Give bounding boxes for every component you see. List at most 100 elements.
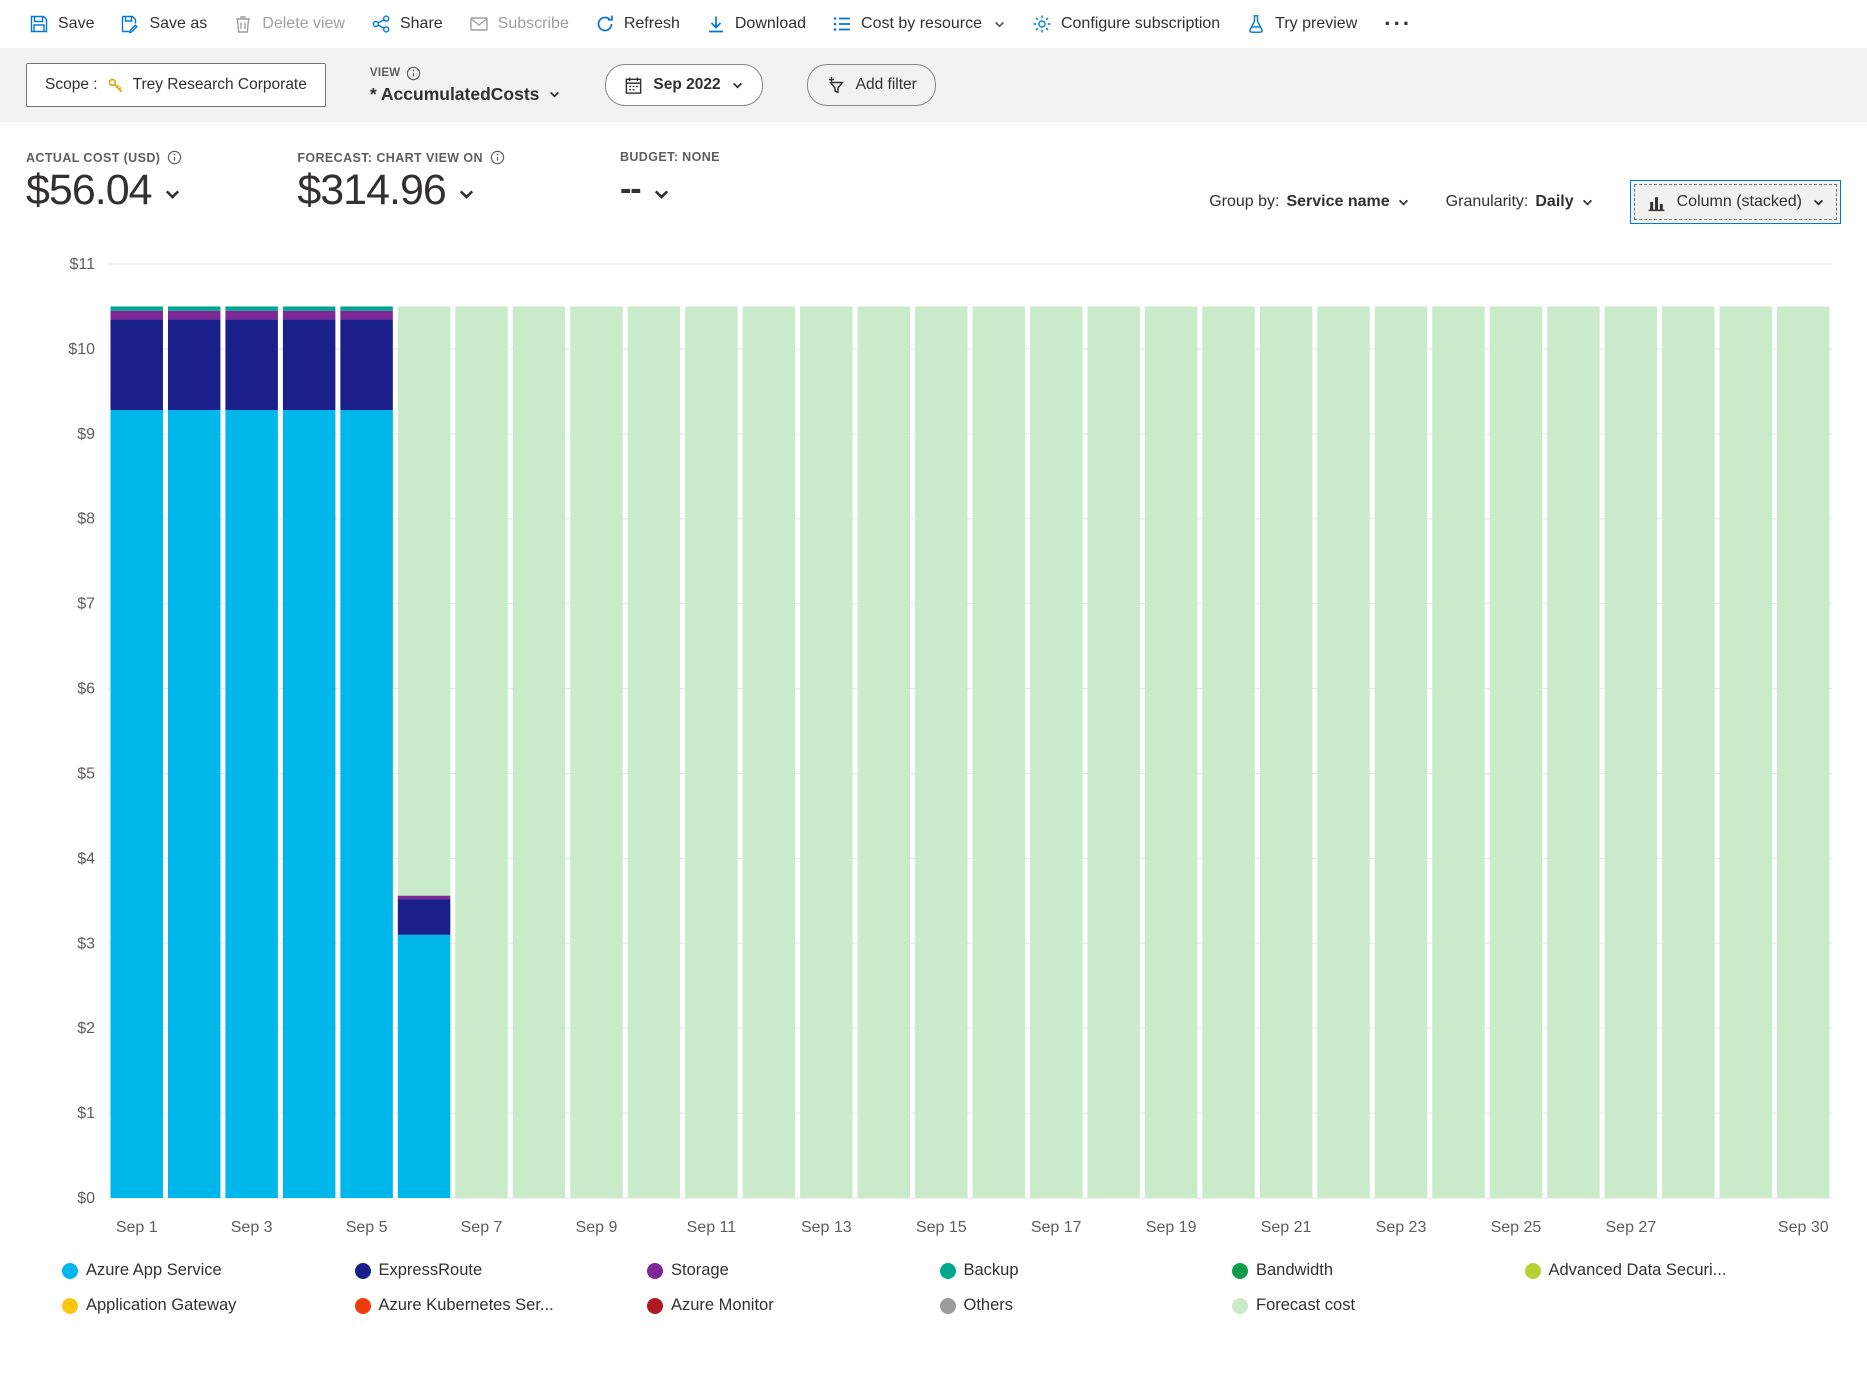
command-bar: Save Save as Delete view Share Subscribe Refr… — [0, 0, 1867, 48]
svg-text:Sep 1: Sep 1 — [116, 1219, 158, 1236]
forecast-label: FORECAST: CHART VIEW ON — [297, 151, 483, 165]
cost-by-resource-menu[interactable]: Cost by resource — [819, 5, 1019, 43]
trash-icon — [233, 14, 253, 34]
scope-picker[interactable]: Scope : Trey Research Corporate — [26, 63, 326, 107]
date-range-picker[interactable]: Sep 2022 — [605, 64, 762, 106]
try-preview-button[interactable]: Try preview — [1233, 5, 1370, 43]
view-selector[interactable]: VIEW * AccumulatedCosts — [370, 66, 562, 105]
refresh-icon — [595, 14, 615, 34]
svg-text:Sep 11: Sep 11 — [687, 1219, 737, 1236]
configure-subscription-button[interactable]: Configure subscription — [1019, 5, 1233, 43]
legend-label: Others — [964, 1296, 1014, 1315]
list-icon — [832, 14, 852, 34]
legend-item[interactable]: Backup — [940, 1261, 1233, 1280]
legend-swatch — [62, 1263, 78, 1279]
granularity-label: Granularity: — [1446, 193, 1529, 211]
budget-dropdown[interactable]: -- — [620, 167, 720, 213]
toolbar-item-label: Save — [58, 15, 94, 33]
svg-text:Sep 9: Sep 9 — [576, 1219, 618, 1236]
budget-value: -- — [620, 167, 641, 213]
svg-text:$7: $7 — [77, 596, 95, 613]
actual-cost-value: $56.04 — [26, 168, 152, 213]
granularity-control[interactable]: Granularity: Daily — [1446, 193, 1594, 211]
svg-text:$5: $5 — [77, 765, 95, 782]
beaker-icon — [1246, 14, 1266, 34]
legend-swatch — [940, 1298, 956, 1314]
toolbar-item-label: Delete view — [262, 15, 345, 33]
svg-text:$1: $1 — [77, 1105, 95, 1122]
actual-cost-label: ACTUAL COST (USD) — [26, 151, 160, 165]
chevron-down-icon — [652, 185, 671, 204]
share-button[interactable]: Share — [358, 5, 456, 43]
svg-text:$11: $11 — [69, 256, 95, 273]
legend-swatch — [940, 1263, 956, 1279]
download-icon — [706, 14, 726, 34]
legend: Azure App Service ExpressRoute Storage Back… — [62, 1261, 1817, 1315]
toolbar-item-label: Download — [735, 15, 806, 33]
legend-item[interactable]: Storage — [647, 1261, 940, 1280]
save-button[interactable]: Save — [16, 5, 107, 43]
scope-value: Trey Research Corporate — [133, 76, 307, 94]
kpi-forecast-cost: FORECAST: CHART VIEW ON $314.96 — [297, 150, 505, 213]
cost-chart: $0$1$2$3$4$5$6$7$8$9$10$11Sep 1Sep 3Sep … — [30, 250, 1840, 1250]
chevron-down-icon — [548, 88, 561, 101]
legend-swatch — [647, 1263, 663, 1279]
legend-item[interactable]: Application Gateway — [62, 1296, 355, 1315]
refresh-button[interactable]: Refresh — [582, 5, 693, 43]
gear-icon — [1032, 14, 1052, 34]
toolbar-item-label: Refresh — [624, 15, 680, 33]
delete-view-button: Delete view — [220, 5, 358, 43]
save-as-button[interactable]: Save as — [107, 5, 220, 43]
legend-item[interactable]: Azure Kubernetes Ser... — [355, 1296, 648, 1315]
add-filter-label: Add filter — [856, 76, 917, 94]
actual-cost-dropdown[interactable]: $56.04 — [26, 168, 182, 213]
legend-item[interactable]: Azure App Service — [62, 1261, 355, 1280]
key-icon — [107, 77, 124, 94]
svg-text:$6: $6 — [77, 681, 95, 698]
forecast-value: $314.96 — [297, 168, 445, 213]
more-commands-button[interactable]: ··· — [1370, 5, 1426, 43]
chart-controls: Group by: Service name Granularity: Dail… — [1209, 180, 1841, 224]
legend-label: Application Gateway — [86, 1296, 236, 1315]
forecast-dropdown[interactable]: $314.96 — [297, 168, 505, 213]
budget-label: BUDGET: NONE — [620, 150, 720, 164]
info-icon — [490, 150, 505, 165]
save-icon — [29, 14, 49, 34]
chevron-down-icon — [1812, 196, 1825, 209]
legend-item[interactable]: Forecast cost — [1232, 1296, 1525, 1315]
legend-item[interactable]: Azure Monitor — [647, 1296, 940, 1315]
legend-label: Azure Kubernetes Ser... — [379, 1296, 554, 1315]
kpi-actual-cost: ACTUAL COST (USD) $56.04 — [26, 150, 182, 213]
legend-label: Bandwidth — [1256, 1261, 1333, 1280]
svg-text:Sep 30: Sep 30 — [1778, 1219, 1829, 1236]
chart-area: $0$1$2$3$4$5$6$7$8$9$10$11Sep 1Sep 3Sep … — [30, 250, 1857, 1255]
calendar-icon — [624, 76, 643, 95]
legend-item[interactable]: Bandwidth — [1232, 1261, 1525, 1280]
svg-text:$4: $4 — [77, 850, 95, 867]
legend-swatch — [355, 1298, 371, 1314]
legend-label: Backup — [964, 1261, 1019, 1280]
legend-item[interactable]: Others — [940, 1296, 1233, 1315]
chart-type-button[interactable]: Column (stacked) — [1630, 180, 1841, 224]
view-value: * AccumulatedCosts — [370, 84, 540, 105]
legend-label: Storage — [671, 1261, 729, 1280]
chevron-down-icon — [993, 18, 1006, 31]
add-filter-button[interactable]: Add filter — [807, 64, 936, 106]
download-button[interactable]: Download — [693, 5, 819, 43]
legend-item[interactable]: Advanced Data Securi... — [1525, 1261, 1818, 1280]
legend-swatch — [1232, 1263, 1248, 1279]
chevron-down-icon — [1397, 196, 1410, 209]
legend-label: Azure Monitor — [671, 1296, 774, 1315]
group-by-control[interactable]: Group by: Service name — [1209, 193, 1409, 211]
legend-item[interactable]: ExpressRoute — [355, 1261, 648, 1280]
toolbar-item-label: Try preview — [1275, 15, 1357, 33]
svg-text:$10: $10 — [68, 341, 95, 358]
chevron-down-icon — [163, 185, 182, 204]
svg-text:Sep 25: Sep 25 — [1491, 1219, 1542, 1236]
svg-text:$0: $0 — [77, 1190, 95, 1207]
chart-type-label: Column (stacked) — [1677, 193, 1802, 211]
svg-text:$2: $2 — [77, 1020, 95, 1037]
toolbar-item-label: Subscribe — [498, 15, 569, 33]
legend-swatch — [1232, 1298, 1248, 1314]
legend-label: ExpressRoute — [379, 1261, 483, 1280]
